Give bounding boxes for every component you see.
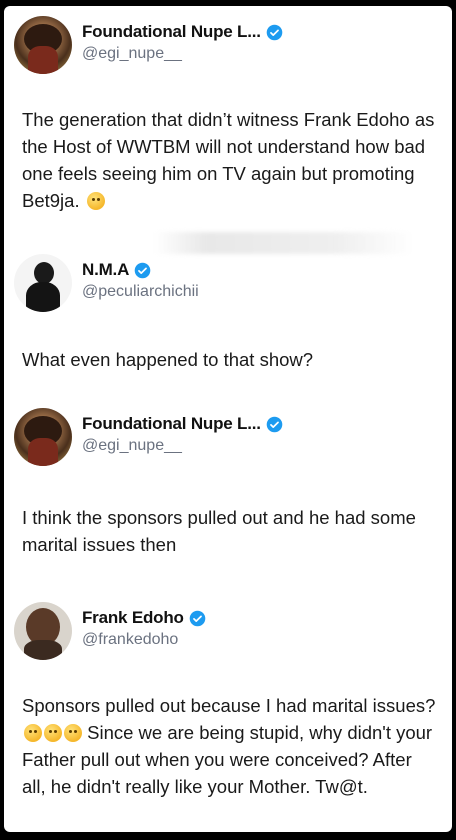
- tweet-text-content-end: Since we are being stupid, why didn't yo…: [22, 722, 433, 797]
- tweet-4-header: Frank Edoho @frankedoho: [14, 602, 206, 660]
- display-name[interactable]: N.M.A: [82, 260, 129, 280]
- avatar[interactable]: [14, 16, 72, 74]
- user-handle[interactable]: @egi_nupe__: [82, 437, 283, 455]
- tweet-1-header: Foundational Nupe L... @egi_nupe__: [14, 16, 283, 74]
- display-name[interactable]: Foundational Nupe L...: [82, 414, 261, 434]
- verified-badge-icon: [189, 610, 205, 626]
- image-smudge: [154, 232, 414, 254]
- tweet-text-content: I think the sponsors pulled out and he h…: [22, 507, 416, 555]
- display-name[interactable]: Foundational Nupe L...: [82, 22, 261, 42]
- rofl-emoji-icon: [44, 724, 62, 742]
- verified-badge-icon: [266, 24, 283, 40]
- tweet-text: I think the sponsors pulled out and he h…: [22, 504, 440, 558]
- verified-badge-icon: [266, 416, 283, 432]
- tweet-text-content-start: Sponsors pulled out because I had marita…: [22, 695, 436, 716]
- display-name[interactable]: Frank Edoho: [82, 608, 184, 628]
- verified-badge-icon: [134, 262, 151, 278]
- user-handle[interactable]: @peculiarchichii: [82, 283, 199, 301]
- rofl-emoji-icon: [64, 724, 82, 742]
- tweet-text: Sponsors pulled out because I had marita…: [22, 692, 440, 800]
- rofl-emoji-icon: [24, 724, 42, 742]
- tweet-text-content: What even happened to that show?: [22, 349, 314, 370]
- tweet-text: What even happened to that show?: [22, 346, 440, 373]
- user-handle[interactable]: @frankedoho: [82, 631, 206, 649]
- tweet-3-header: Foundational Nupe L... @egi_nupe__: [14, 408, 283, 466]
- avatar[interactable]: [14, 254, 72, 312]
- avatar[interactable]: [14, 602, 72, 660]
- confused-face-emoji-icon: [86, 192, 105, 210]
- tweet-2-header: N.M.A @peculiarchichii: [14, 254, 199, 312]
- tweet-text: The generation that didn’t witness Frank…: [22, 106, 440, 214]
- tweet-text-content: The generation that didn’t witness Frank…: [22, 109, 435, 211]
- user-handle[interactable]: @egi_nupe__: [82, 45, 283, 63]
- screenshot-frame: Foundational Nupe L... @egi_nupe__ The g…: [4, 6, 452, 832]
- avatar[interactable]: [14, 408, 72, 466]
